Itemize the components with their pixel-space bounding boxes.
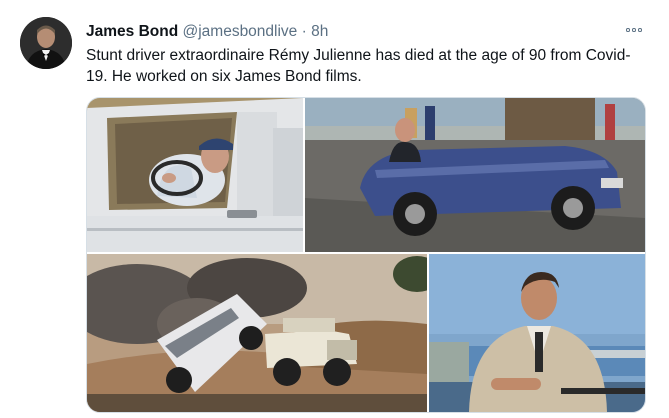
photo-truck-and-jeep[interactable] <box>87 254 427 412</box>
tweet-text: Stunt driver extraordinaire Rémy Julienn… <box>86 47 631 85</box>
separator-dot: · <box>301 23 307 40</box>
media-grid <box>86 97 646 413</box>
ellipsis-icon[interactable] <box>621 20 647 40</box>
tweet-header: James Bond @jamesbondlive · 8h <box>86 22 328 42</box>
photo-man-in-suit[interactable] <box>429 254 645 412</box>
timestamp[interactable]: 8h <box>311 23 328 40</box>
avatar-image <box>20 17 72 69</box>
author-name[interactable]: James Bond <box>86 23 178 40</box>
avatar[interactable] <box>20 17 72 69</box>
photo-blue-convertible[interactable] <box>305 98 645 252</box>
author-handle[interactable]: @jamesbondlive <box>182 23 297 40</box>
tweet-card: James Bond @jamesbondlive · 8h Stunt dri… <box>0 0 669 418</box>
photo-man-in-car[interactable] <box>87 98 303 252</box>
